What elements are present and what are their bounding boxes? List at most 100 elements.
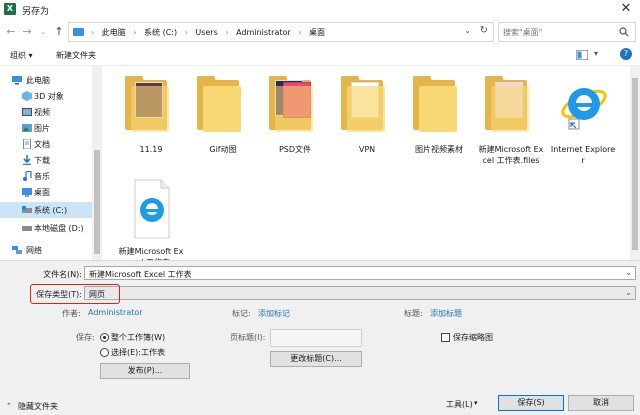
excel-app-icon: X [4,3,16,15]
file-item-excel-html[interactable]: 新建Microsoft Excel 工作表 [118,178,184,268]
sidebar-item-local-disk-d[interactable]: 本地磁盘 (D:) [0,220,92,236]
folder-icon [125,76,177,138]
cancel-button[interactable]: 取消 [568,395,634,411]
close-icon[interactable]: ✕ [618,1,634,17]
folder-icon [269,76,321,138]
add-title-link[interactable]: 添加标题 [430,308,462,319]
save-selection-label[interactable]: 选择(E):工作表 [111,347,165,358]
file-item-media[interactable]: 图片视频素材 [406,76,472,155]
breadcrumb-separator-icon: › [184,28,188,37]
forward-arrow-icon[interactable]: → [20,24,34,40]
file-name: 11.19 [139,145,163,154]
sidebar-item-network[interactable]: 网络 [0,242,92,258]
sidebar-item-label: 音乐 [34,172,50,181]
tools-menu[interactable]: 工具(L) [446,399,473,410]
search-input[interactable] [503,26,615,39]
file-list-scroll-thumb[interactable] [632,78,638,250]
hide-folders-icon[interactable]: ⌃ [6,402,12,410]
tags-label: 标记: [232,309,251,318]
new-folder-button[interactable]: 新建文件夹 [56,50,96,61]
search-box[interactable] [498,22,636,42]
file-item-gif[interactable]: Gif动图 [190,76,256,155]
document-icon [23,139,31,149]
picture-icon [22,124,32,132]
savetype-select[interactable]: 网页 ⌄ [84,286,636,300]
sidebar-item-label: 本地磁盘 (D:) [34,224,84,233]
save-thumbnail-label[interactable]: 保存缩略图 [453,332,493,343]
save-selection-radio[interactable] [100,348,109,357]
recent-chevron-icon[interactable]: ⌄ [36,24,50,40]
navigation-pane: 此电脑 3D 对象 视频 图片 文档 下载 音乐 桌面 系统 (C:) 本地磁盘… [0,66,104,260]
sidebar-item-label: 网络 [26,246,42,255]
sidebar-item-downloads[interactable]: 下载 [0,152,92,168]
file-item-excel-files[interactable]: 新建Microsoft Excel 工作表.files [478,76,544,166]
file-name: 图片视频素材 [415,145,463,154]
search-icon[interactable] [619,27,629,37]
publish-button[interactable]: 发布(P)... [100,363,190,379]
save-button[interactable]: 保存(S) [498,395,564,411]
chevron-down-icon[interactable]: ⌄ [625,268,632,277]
file-item-internet-explorer[interactable]: Internet Explorer [550,76,616,166]
breadcrumb: › 此电脑 › 系统 (C:) › Users › Administrator … [89,27,328,38]
author-label: 作者: [62,309,81,318]
sidebar-item-videos[interactable]: 视频 [0,104,92,120]
save-scope-label: 保存: [76,333,95,342]
filename-field[interactable]: 新建Microsoft Excel 工作表 ⌄ [84,266,636,280]
sidebar-item-this-pc[interactable]: 此电脑 [0,72,92,88]
view-dropdown-icon[interactable]: ▾ [594,49,598,58]
computer-icon [12,76,22,85]
filename-value: 新建Microsoft Excel 工作表 [89,270,192,279]
sidebar-item-system-c[interactable]: 系统 (C:) [0,202,92,218]
breadcrumb-separator-icon: › [298,28,302,37]
sidebar-item-desktop[interactable]: 桌面 [0,184,92,200]
sidebar-item-label: 此电脑 [26,76,50,85]
hide-folders-toggle[interactable]: 隐藏文件夹 [18,401,58,412]
chevron-down-icon[interactable]: ⌄ [625,288,632,297]
folder-icon [341,76,393,138]
breadcrumb-desktop[interactable]: 桌面 [309,28,325,37]
window-title: 另存为 [22,7,50,17]
download-icon [23,155,31,165]
up-arrow-icon[interactable]: ↑ [52,24,66,40]
sidebar-item-label: 图片 [34,124,50,133]
file-list-scrollbar[interactable] [630,66,640,260]
sidebar-scroll-thumb[interactable] [94,150,100,254]
sidebar-item-3d-objects[interactable]: 3D 对象 [0,88,92,104]
breadcrumb-system-c[interactable]: 系统 (C:) [144,28,177,37]
file-name: PSD文件 [278,145,312,154]
address-dropdown-icon[interactable]: ⌄ [464,26,471,35]
chevron-down-icon[interactable]: ▾ [474,399,478,407]
breadcrumb-this-pc[interactable]: 此电脑 [102,28,126,37]
file-item-vpn[interactable]: VPN [334,76,400,155]
file-item-11-19[interactable]: 11.19 [118,76,184,155]
file-list: 11.19 Gif动图 PSD文件 VPN 图片视频素材 新建Microsoft… [104,66,630,267]
sidebar-item-pictures[interactable]: 图片 [0,120,92,136]
add-tags-link[interactable]: 添加标记 [258,308,290,319]
folder-icon [485,76,537,138]
sidebar-scrollbar[interactable] [92,66,102,260]
breadcrumb-administrator[interactable]: Administrator [236,28,291,37]
view-options-icon[interactable] [576,50,588,60]
save-whole-label[interactable]: 整个工作簿(W) [111,332,165,343]
refresh-icon[interactable]: ↻ [480,25,488,36]
author-value[interactable]: Administrator [88,308,143,317]
file-item-psd[interactable]: PSD文件 [262,76,328,155]
address-bar[interactable]: › 此电脑 › 系统 (C:) › Users › Administrator … [68,22,494,42]
breadcrumb-separator-icon: › [225,28,229,37]
help-icon[interactable]: ? [620,48,632,60]
sidebar-item-documents[interactable]: 文档 [0,136,92,152]
desktop-icon [22,188,32,197]
filename-label: 文件名(N): [43,270,82,279]
sidebar-item-music[interactable]: 音乐 [0,168,92,184]
sidebar-item-label: 桌面 [34,188,50,197]
organize-button[interactable]: 组织 ▾ [10,50,33,61]
breadcrumb-separator-icon: › [91,28,95,37]
back-arrow-icon[interactable]: ← [4,24,18,40]
drive-icon [22,206,32,213]
breadcrumb-users[interactable]: Users [195,28,217,37]
save-whole-radio[interactable] [100,333,109,342]
change-title-button[interactable]: 更改标题(C)... [270,351,362,367]
computer-icon [73,28,84,36]
address-row: ← → ⌄ ↑ › 此电脑 › 系统 (C:) › Users › Admini… [0,20,640,44]
save-thumbnail-checkbox[interactable] [441,333,450,342]
